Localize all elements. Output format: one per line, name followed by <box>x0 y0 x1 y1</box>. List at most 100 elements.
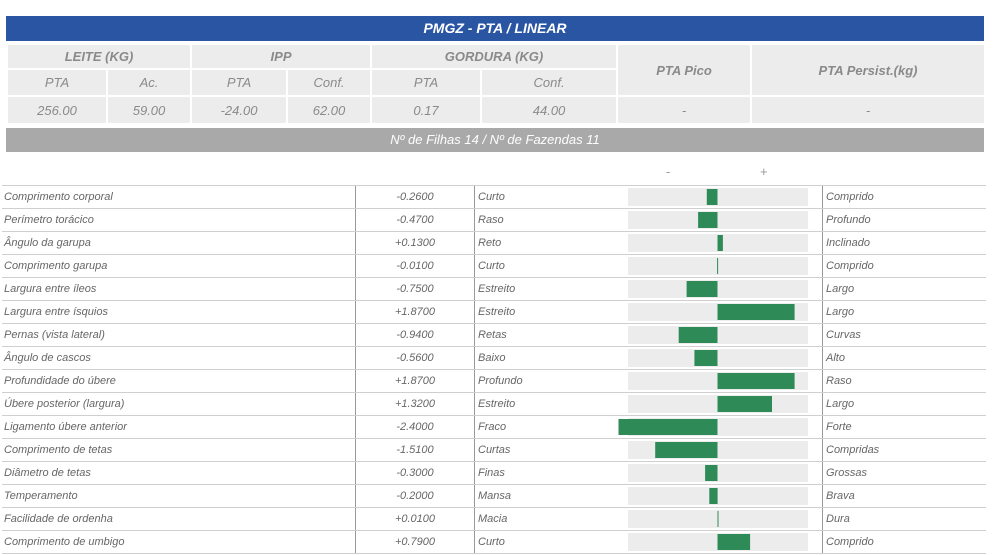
trait-low-label: Estreito <box>478 398 516 410</box>
table-row: Comprimento garupa -0.0100 Curto Comprido <box>2 255 986 278</box>
trait-bar-cell <box>614 186 821 208</box>
trait-bar-cell <box>614 232 821 254</box>
sub-gord-conf: Conf. <box>480 68 619 97</box>
trait-bar <box>717 235 723 251</box>
trait-bar <box>706 189 718 205</box>
trait-bar-cell <box>614 347 821 369</box>
val-gord-pta: 0.17 <box>370 95 483 125</box>
trait-name: Temperamento <box>4 490 78 502</box>
trait-bar-svg <box>628 326 808 344</box>
axis-pos-sign: + <box>760 164 768 179</box>
trait-bar <box>717 396 772 412</box>
trait-bar <box>717 534 751 550</box>
trait-bar-svg <box>628 211 808 229</box>
val-gord-conf: 44.00 <box>480 95 619 125</box>
summary-table: LEITE (KG) IPP GORDURA (KG) PTA Pico PTA… <box>5 43 987 125</box>
trait-bar-cell <box>614 393 821 415</box>
trait-value: -0.2600 <box>355 186 475 208</box>
trait-high-label: Comprido <box>822 255 874 277</box>
trait-list: Comprimento corporal -0.2600 Curto Comprido… <box>2 185 986 554</box>
sub-ipp-pta: PTA <box>190 68 289 97</box>
trait-bar-cell <box>614 278 821 300</box>
val-pico: - <box>616 95 753 125</box>
bar-track <box>628 441 808 459</box>
trait-bar-svg <box>628 487 808 505</box>
trait-low-label: Mansa <box>478 490 512 502</box>
trait-bar <box>618 419 718 435</box>
trait-low-label: Profundo <box>478 375 523 387</box>
chart-title: PMGZ - PTA / LINEAR <box>6 16 984 41</box>
trait-high-label: Comprido <box>822 531 874 553</box>
trait-high-label: Grossas <box>822 462 867 484</box>
trait-low-label: Baixo <box>478 352 506 364</box>
axis-neg-sign: - <box>666 164 671 179</box>
table-row: Ligamento úbere anterior -2.4000 Fraco Fort… <box>2 416 986 439</box>
trait-bar-svg <box>628 234 808 252</box>
trait-name: Comprimento de umbigo <box>4 536 125 548</box>
trait-bar-cell <box>614 209 821 231</box>
bar-track <box>628 487 808 505</box>
trait-bar <box>717 511 719 527</box>
trait-value: -1.5100 <box>355 439 475 461</box>
trait-bar-cell <box>614 508 821 530</box>
trait-high-label: Brava <box>822 485 855 507</box>
trait-value: +0.1300 <box>355 232 475 254</box>
trait-bar-svg <box>618 418 808 436</box>
trait-bar <box>655 442 718 458</box>
trait-bar-cell <box>614 370 821 392</box>
trait-bar-cell <box>614 416 821 438</box>
trait-high-label: Profundo <box>822 209 871 231</box>
table-row: Ângulo da garupa +0.1300 Reto Inclinado <box>2 232 986 255</box>
trait-bar-svg <box>628 395 808 413</box>
trait-name: Ângulo de cascos <box>4 352 91 364</box>
trait-low-label: Estreito <box>478 306 516 318</box>
val-persist: - <box>750 95 987 125</box>
group-leite: LEITE (KG) <box>5 43 193 70</box>
trait-low-label: Macia <box>478 513 508 525</box>
trait-value: +1.8700 <box>355 370 475 392</box>
val-ipp-conf: 62.00 <box>286 95 373 125</box>
trait-bar-cell <box>614 301 821 323</box>
table-row: Perímetro torácico -0.4700 Raso Profundo <box>2 209 986 232</box>
table-row: Largura entre ísquios +1.8700 Estreito Larg… <box>2 301 986 324</box>
table-row: Temperamento -0.2000 Mansa Brava <box>2 485 986 508</box>
trait-name: Ligamento úbere anterior <box>4 421 127 433</box>
trait-low-label: Curto <box>478 260 505 272</box>
trait-name: Comprimento corporal <box>4 191 113 203</box>
table-row: Facilidade de ordenha +0.0100 Macia Dura <box>2 508 986 531</box>
trait-bar <box>698 212 718 228</box>
trait-name: Comprimento garupa <box>4 260 108 272</box>
trait-bar <box>705 465 718 481</box>
trait-bar-cell <box>614 531 821 553</box>
trait-value: -0.7500 <box>355 278 475 300</box>
trait-bar-cell <box>614 255 821 277</box>
sub-leite-ac: Ac. <box>105 68 193 97</box>
trait-bar <box>686 281 718 297</box>
bar-track <box>628 280 808 298</box>
trait-low-label: Curtas <box>478 444 511 456</box>
trait-value: -0.5600 <box>355 347 475 369</box>
group-ipp: IPP <box>190 43 373 70</box>
daughters-banner: Nº de Filhas 14 / Nº de Fazendas 11 <box>6 128 984 152</box>
table-row: Comprimento corporal -0.2600 Curto Comprido <box>2 185 986 209</box>
trait-high-label: Raso <box>822 370 852 392</box>
table-row: Pernas (vista lateral) -0.9400 Retas Curvas <box>2 324 986 347</box>
trait-value: -0.0100 <box>355 255 475 277</box>
table-row: Comprimento de tetas -1.5100 Curtas Comprid… <box>2 439 986 462</box>
sub-gord-pta: PTA <box>370 68 483 97</box>
trait-bar <box>717 258 719 274</box>
trait-name: Largura entre íleos <box>4 283 97 295</box>
trait-high-label: Largo <box>822 393 854 415</box>
trait-bar-svg <box>628 188 808 206</box>
val-leite-pta: 256.00 <box>6 95 108 125</box>
trait-high-label: Curvas <box>822 324 861 346</box>
trait-name: Úbere posterior (largura) <box>4 398 125 410</box>
trait-bar <box>709 488 718 504</box>
bar-track <box>628 211 808 229</box>
trait-bar-svg <box>628 533 808 551</box>
trait-value: +0.0100 <box>355 508 475 530</box>
trait-name: Perímetro torácico <box>4 214 94 226</box>
trait-value: -2.4000 <box>355 416 475 438</box>
trait-low-label: Curto <box>478 536 505 548</box>
trait-low-label: Retas <box>478 329 507 341</box>
